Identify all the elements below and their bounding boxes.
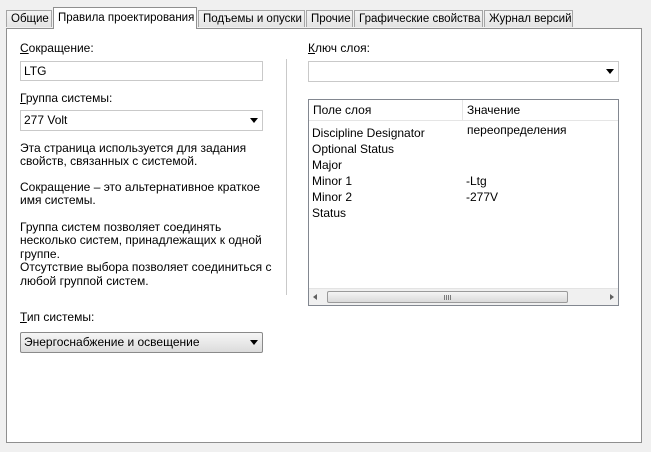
chevron-down-icon xyxy=(606,69,614,74)
system-type-value: Энергоснабжение и освещение xyxy=(24,335,200,349)
layer-field-cell: Minor 2 xyxy=(312,190,353,204)
layer-field-cell: Discipline Designator xyxy=(312,126,425,140)
column-header-layer-field[interactable]: Поле слоя xyxy=(309,100,462,120)
system-type-dropdown[interactable]: Энергоснабжение и освещение xyxy=(20,332,263,353)
system-type-label: Тип системы: xyxy=(20,310,95,324)
horizontal-scrollbar[interactable] xyxy=(309,288,618,305)
column-divider xyxy=(286,59,287,295)
tab-strip: Общие Правила проектирования Подъемы и о… xyxy=(0,0,651,29)
system-group-label: Группа системы: xyxy=(20,91,113,105)
chevron-down-icon xyxy=(250,118,258,123)
abbreviation-input[interactable]: LTG xyxy=(20,61,263,81)
description-group: Группа систем позволяет соединять нескол… xyxy=(20,220,272,288)
table-row[interactable]: Minor 1 -Ltg xyxy=(309,173,618,189)
table-row[interactable]: Major xyxy=(309,157,618,173)
table-row[interactable]: Discipline Designator xyxy=(309,125,618,141)
override-value-cell: -Ltg xyxy=(466,174,487,188)
tab-version-history[interactable]: Журнал версий xyxy=(484,10,573,27)
layer-field-cell: Major xyxy=(312,158,343,172)
layer-key-label: Ключ слоя: xyxy=(308,41,370,55)
list-header: Поле слоя Значение переопределения xyxy=(309,100,618,137)
table-row[interactable]: Status xyxy=(309,205,618,221)
tab-rise-drop[interactable]: Подъемы и опуски xyxy=(198,10,305,27)
tab-display-properties[interactable]: Графические свойства xyxy=(354,10,483,27)
description-intro: Эта страница используется для задания св… xyxy=(20,141,247,169)
layer-override-list[interactable]: Поле слоя Значение переопределения Disci… xyxy=(308,99,619,306)
layer-field-cell: Optional Status xyxy=(312,142,395,156)
layer-field-cell: Minor 1 xyxy=(312,174,353,188)
chevron-down-icon xyxy=(250,340,258,345)
table-row[interactable]: Minor 2 -277V xyxy=(309,189,618,205)
column-header-override-value[interactable]: Значение переопределения xyxy=(463,100,618,137)
tab-other[interactable]: Прочие xyxy=(306,10,353,27)
table-row[interactable]: Optional Status xyxy=(309,141,618,157)
override-value-cell: -277V xyxy=(466,190,499,204)
layer-key-dropdown[interactable] xyxy=(308,61,619,82)
abbreviation-label: Сокращение: xyxy=(20,41,94,55)
layer-field-cell: Status xyxy=(312,206,347,220)
tab-design-rules[interactable]: Правила проектирования xyxy=(53,7,197,29)
scroll-left-icon[interactable] xyxy=(313,294,317,300)
tab-general[interactable]: Общие xyxy=(6,10,52,27)
system-group-value: 277 Volt xyxy=(24,113,68,127)
tab-panel-design-rules: Сокращение: LTG Группа системы: 277 Volt… xyxy=(6,28,642,443)
grip-icon xyxy=(444,295,451,300)
scrollbar-thumb[interactable] xyxy=(327,291,568,303)
system-group-dropdown[interactable]: 277 Volt xyxy=(20,110,263,131)
description-abbreviation: Сокращение – это альтернативное краткое … xyxy=(20,180,261,208)
scroll-right-icon[interactable] xyxy=(610,294,614,300)
